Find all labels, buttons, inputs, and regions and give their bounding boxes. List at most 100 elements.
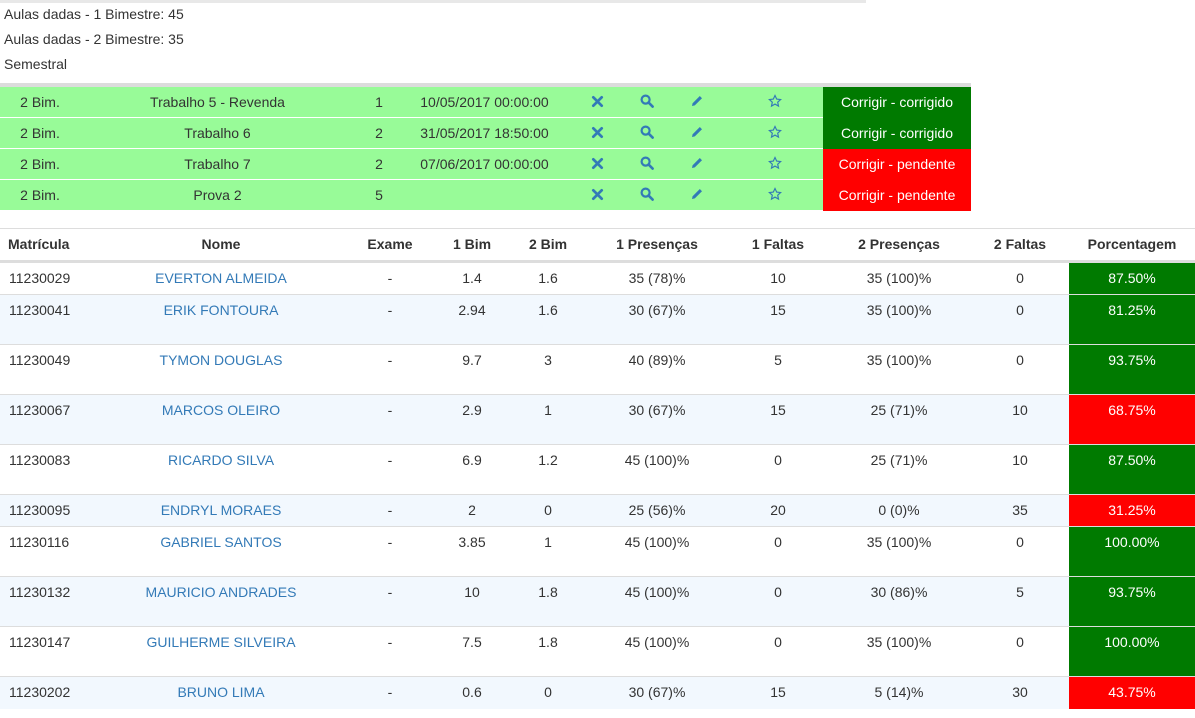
delete-activity-button[interactable] <box>582 149 612 179</box>
view-activity-button[interactable] <box>632 118 662 148</box>
header-porcentagem: Porcentagem <box>1087 236 1177 252</box>
student-presencas1: 45 (100)% <box>624 584 690 600</box>
student-faltas2: 0 <box>1016 302 1024 318</box>
student-matricula: 11230029 <box>9 270 71 286</box>
student-faltas2: 5 <box>1016 584 1024 600</box>
student-presencas1: 40 (89)% <box>628 352 686 368</box>
top-divider <box>0 0 866 3</box>
student-name-link[interactable]: GABRIEL SANTOS <box>120 534 322 551</box>
activity-weight: 5 <box>375 187 383 203</box>
activity-weight: 2 <box>375 125 383 141</box>
header-exame: Exame <box>367 236 413 252</box>
edit-activity-button[interactable] <box>682 118 712 148</box>
student-name-link[interactable]: GUILHERME SILVEIRA <box>120 634 322 651</box>
student-bim2-grade: 1.2 <box>538 452 558 468</box>
student-row: 11230029 EVERTON ALMEIDA - 1.4 1.6 35 (78)% 10… <box>0 262 1195 294</box>
student-name-link[interactable]: TYMON DOUGLAS <box>120 352 322 369</box>
delete-activity-button[interactable] <box>582 180 612 210</box>
activity-name: Trabalho 5 - Revenda <box>150 94 285 110</box>
student-name-link[interactable]: RICARDO SILVA <box>120 452 322 469</box>
student-row: 11230202 BRUNO LIMA - 0.6 0 30 (67)% 15 5 (14)%… <box>0 676 1195 709</box>
student-presencas1: 30 (67)% <box>628 302 686 318</box>
student-presencas2: 5 (14)% <box>874 684 924 700</box>
grade-activity-button[interactable] <box>760 118 790 148</box>
edit-activity-button[interactable] <box>682 87 712 117</box>
student-name-link[interactable]: MAURICIO ANDRADES <box>120 584 322 601</box>
student-name-link[interactable]: ERIK FONTOURA <box>120 302 322 319</box>
student-bim1-grade: 2.9 <box>462 402 482 418</box>
close-icon <box>591 119 604 149</box>
student-exame: - <box>387 684 393 700</box>
student-presencas2: 35 (100)% <box>866 534 932 550</box>
student-presencas2: 35 (100)% <box>866 270 932 286</box>
correct-activity-button[interactable]: Corrigir - pendente <box>823 149 971 180</box>
student-exame: - <box>387 534 393 550</box>
student-bim2-grade: 1.6 <box>538 302 558 318</box>
student-bim2-grade: 1.6 <box>538 270 558 286</box>
grade-activity-button[interactable] <box>760 149 790 179</box>
activity-row: 2 Bim. Trabalho 7 2 07/06/2017 00:00:00 Corr… <box>0 149 971 180</box>
student-faltas1: 10 <box>770 270 786 286</box>
search-icon <box>640 88 654 118</box>
student-bim1-grade: 2 <box>468 502 476 518</box>
student-name-link[interactable]: BRUNO LIMA <box>120 684 322 701</box>
correct-activity-button[interactable]: Corrigir - corrigido <box>823 87 971 118</box>
delete-activity-button[interactable] <box>582 118 612 148</box>
header-presencas1: 1 Presenças <box>616 236 698 252</box>
view-activity-button[interactable] <box>632 87 662 117</box>
student-row: 11230083 RICARDO SILVA - 6.9 1.2 45 (100)% 0 25… <box>0 444 1195 494</box>
student-bim1-grade: 3.85 <box>458 534 486 550</box>
correct-activity-button[interactable]: Corrigir - corrigido <box>823 118 971 149</box>
student-presencas1: 25 (56)% <box>628 502 686 518</box>
correct-activity-button[interactable]: Corrigir - pendente <box>823 180 971 211</box>
student-bim2-grade: 1.8 <box>538 584 558 600</box>
student-presencas2: 35 (100)% <box>866 352 932 368</box>
student-faltas1: 0 <box>774 584 782 600</box>
header-presencas2: 2 Presenças <box>858 236 940 252</box>
attendance-percentage: 43.75% <box>1069 677 1195 709</box>
student-presencas1: 30 (67)% <box>628 684 686 700</box>
student-presencas2: 35 (100)% <box>866 302 932 318</box>
student-name-link[interactable]: MARCOS OLEIRO <box>120 402 322 419</box>
student-faltas1: 15 <box>770 684 786 700</box>
view-activity-button[interactable] <box>632 180 662 210</box>
student-name-link[interactable]: EVERTON ALMEIDA <box>120 270 322 287</box>
student-matricula: 11230132 <box>9 584 71 600</box>
view-activity-button[interactable] <box>632 149 662 179</box>
student-row: 11230116 GABRIEL SANTOS - 3.85 1 45 (100)% 0 35… <box>0 526 1195 576</box>
activities-table: 2 Bim. Trabalho 5 - Revenda 1 10/05/2017 00… <box>0 83 971 211</box>
activity-name: Trabalho 6 <box>184 125 251 141</box>
student-matricula: 11230202 <box>9 684 71 700</box>
activity-name: Trabalho 7 <box>184 156 251 172</box>
student-presencas1: 45 (100)% <box>624 452 690 468</box>
attendance-percentage: 81.25% <box>1069 295 1195 344</box>
student-presencas1: 30 (67)% <box>628 402 686 418</box>
student-faltas2: 30 <box>1012 684 1028 700</box>
student-presencas1: 35 (78)% <box>628 270 686 286</box>
students-table-body: 11230029 EVERTON ALMEIDA -1.4 1.6 35 (78)% 10… <box>0 262 1195 709</box>
student-presencas2: 35 (100)% <box>866 634 932 650</box>
grade-activity-button[interactable] <box>760 180 790 210</box>
student-row: 11230049 TYMON DOUGLAS - 9.7 3 40 (89)% 5 35 (1… <box>0 344 1195 394</box>
grade-activity-button[interactable] <box>760 87 790 117</box>
student-name-link[interactable]: ENDRYL MORAES <box>120 502 322 519</box>
student-bim1-grade: 9.7 <box>462 352 482 368</box>
student-exame: - <box>387 352 393 368</box>
aulas-dadas-bim1: Aulas dadas - 1 Bimestre: 45 <box>4 6 184 22</box>
delete-activity-button[interactable] <box>582 87 612 117</box>
student-exame: - <box>387 634 393 650</box>
edit-activity-button[interactable] <box>682 180 712 210</box>
student-presencas2: 30 (86)% <box>870 584 928 600</box>
student-faltas1: 5 <box>774 352 782 368</box>
attendance-percentage: 31.25% <box>1069 495 1195 526</box>
edit-activity-button[interactable] <box>682 149 712 179</box>
close-icon <box>591 181 604 211</box>
student-bim1-grade: 2.94 <box>458 302 486 318</box>
star-icon <box>768 150 782 180</box>
student-bim1-grade: 0.6 <box>462 684 482 700</box>
student-exame: - <box>387 270 393 286</box>
activity-date: 07/06/2017 00:00:00 <box>420 156 549 172</box>
search-icon <box>640 181 654 211</box>
student-presencas1: 45 (100)% <box>624 534 690 550</box>
student-faltas1: 15 <box>770 302 786 318</box>
